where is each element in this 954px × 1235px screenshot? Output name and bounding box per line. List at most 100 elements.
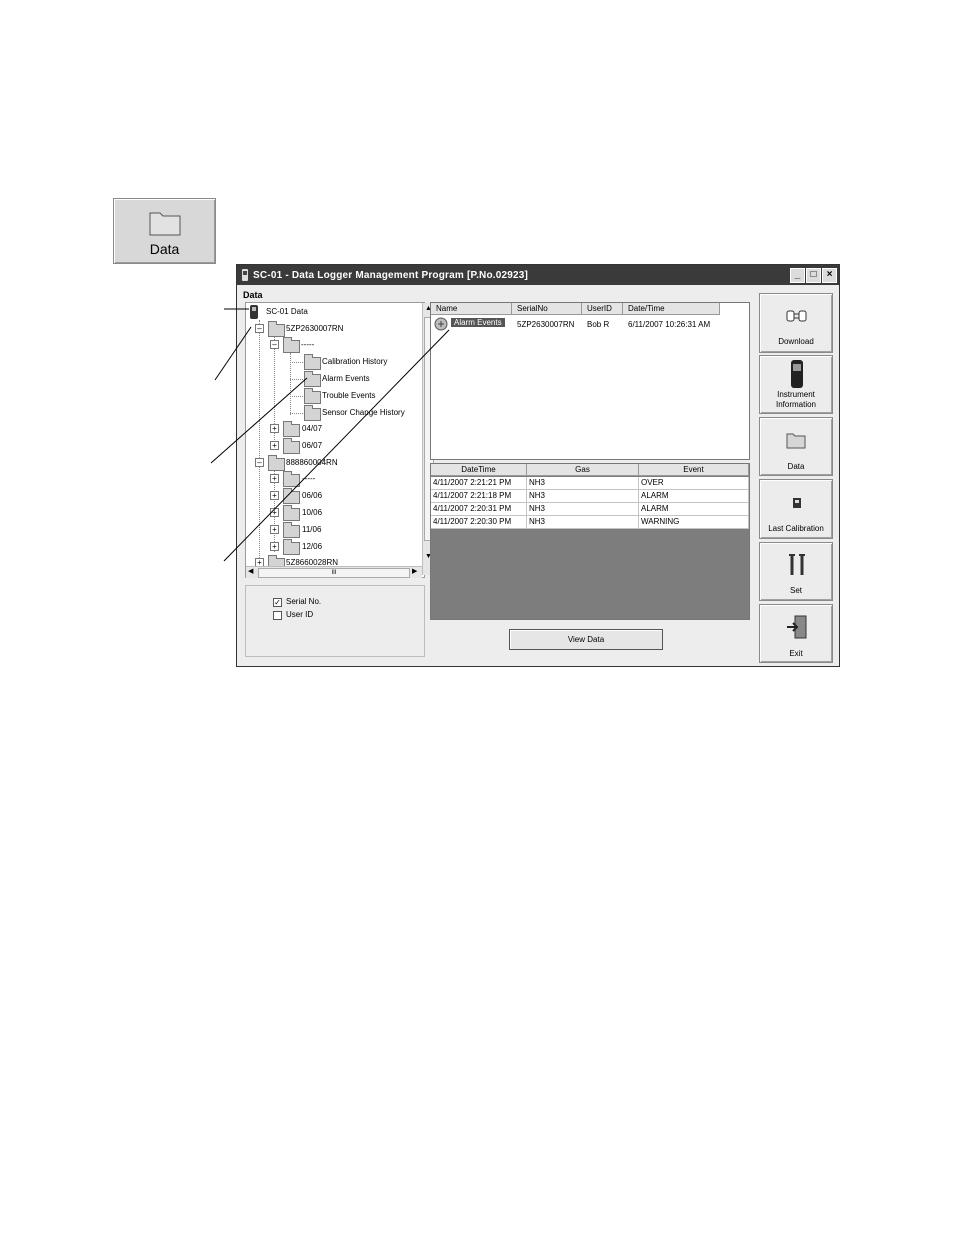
list-item[interactable]: Alarm Events 5ZP2630007RN Bob R 6/11/200… (431, 316, 749, 331)
last-calibration-label: Last Calibration (768, 524, 824, 533)
table-cell: 4/11/2007 2:21:18 PM (431, 490, 527, 502)
list-item-datetime: 6/11/2007 10:26:31 AM (628, 320, 711, 329)
tree-root-label[interactable]: SC-01 Data (266, 307, 308, 316)
user-id-checkbox[interactable] (273, 611, 282, 620)
collapse-toggle[interactable]: – (270, 340, 279, 349)
serial-no-checkbox[interactable]: ✓ (273, 598, 282, 607)
tree-item-alarm-events[interactable]: Alarm Events (322, 374, 370, 383)
list-item-name: Alarm Events (451, 318, 505, 327)
tree-item-1106[interactable]: 11/06 (302, 525, 321, 534)
exit-label: Exit (789, 649, 803, 658)
column-header-datetime[interactable]: Date/Time (623, 303, 720, 315)
tree-horizontal-scrollbar[interactable]: ◀ III ▶ (246, 566, 422, 578)
tree-item-0606[interactable]: 06/06 (302, 491, 322, 500)
tree-item-sensor-change-history[interactable]: Sensor Change History (322, 408, 405, 417)
instrument-icon (250, 305, 258, 319)
tree-item-calibration-history[interactable]: Calibration History (322, 357, 387, 366)
tree-guide (290, 379, 303, 380)
column-header-datetime[interactable]: DateTime (431, 464, 527, 476)
instrument-icon (791, 360, 803, 388)
tree-guide (290, 413, 303, 414)
tree-item-0407[interactable]: 04/07 (302, 424, 322, 433)
tree-item-0607[interactable]: 06/07 (302, 441, 322, 450)
collapse-toggle[interactable]: – (255, 458, 264, 467)
table-cell: NH3 (527, 490, 639, 502)
view-data-button[interactable]: View Data (509, 629, 663, 650)
last-calibration-button[interactable]: Last Calibration (759, 479, 833, 539)
table-cell: OVER (639, 477, 749, 489)
tree-item-subfolder-2[interactable]: ----- (302, 474, 315, 483)
tree-item-instrument-2[interactable]: 888860004RN (286, 458, 338, 467)
column-header-event[interactable]: Event (639, 464, 749, 476)
folder-icon (304, 354, 321, 370)
maximize-button[interactable]: □ (806, 268, 821, 283)
scroll-thumb[interactable]: III (258, 568, 410, 578)
calibration-icon (793, 498, 801, 508)
table-cell: 4/11/2007 2:20:31 PM (431, 503, 527, 515)
tree-item-subfolder[interactable]: ----- (301, 340, 314, 349)
expand-toggle[interactable]: + (270, 525, 279, 534)
data-button-large[interactable]: Data (113, 198, 216, 264)
column-header-userid[interactable]: UserID (582, 303, 623, 315)
download-label: Download (778, 337, 814, 346)
table-row[interactable]: 4/11/2007 2:21:18 PM NH3 ALARM (431, 490, 749, 503)
tree-item-1006[interactable]: 10/06 (302, 508, 322, 517)
table-cell: ALARM (639, 503, 749, 515)
folder-icon (283, 505, 300, 521)
folder-icon (283, 337, 300, 353)
expand-toggle[interactable]: + (270, 508, 279, 517)
data-button[interactable]: Data (759, 417, 833, 476)
scroll-right-icon[interactable]: ▶ (412, 567, 417, 575)
collapse-toggle[interactable]: – (255, 324, 264, 333)
data-tree[interactable]: SC-01 Data – 5ZP2630007RN – ----- Calibr… (245, 302, 434, 578)
download-button[interactable]: Download (759, 293, 833, 353)
expand-toggle[interactable]: + (270, 491, 279, 500)
folder-icon (283, 438, 300, 454)
tree-item-trouble-events[interactable]: Trouble Events (322, 391, 376, 400)
instrument-information-button[interactable]: Instrument Information (759, 355, 833, 414)
display-options-panel: ✓ Serial No. User ID (245, 585, 425, 657)
folder-icon (304, 371, 321, 387)
tree-guide (290, 396, 303, 397)
folder-icon (283, 522, 300, 538)
folder-icon (268, 321, 285, 337)
section-label: Data (243, 290, 263, 300)
minimize-button[interactable]: _ (790, 268, 805, 283)
table-row[interactable]: 4/11/2007 2:20:31 PM NH3 ALARM (431, 503, 749, 516)
event-table[interactable]: DateTime Gas Event 4/11/2007 2:21:21 PM … (430, 463, 750, 620)
tree-item-1206[interactable]: 12/06 (302, 542, 322, 551)
tree-guide (259, 320, 260, 568)
set-button[interactable]: Set (759, 542, 833, 601)
instrument-information-label-2: Information (775, 400, 817, 409)
data-button-large-label: Data (149, 241, 180, 257)
instrument-information-label-1: Instrument (777, 390, 815, 399)
file-list[interactable]: Name SerialNo UserID Date/Time Alarm Eve… (430, 302, 750, 460)
table-row[interactable]: 4/11/2007 2:21:21 PM NH3 OVER (431, 477, 749, 490)
table-row[interactable]: 4/11/2007 2:20:30 PM NH3 WARNING (431, 516, 749, 529)
close-button[interactable]: × (822, 268, 837, 283)
folder-icon (283, 488, 300, 504)
list-item-user: Bob R (587, 320, 610, 329)
tools-icon (789, 554, 805, 575)
download-icon (786, 310, 807, 322)
folder-icon (283, 539, 300, 555)
table-cell: ALARM (639, 490, 749, 502)
column-header-serialno[interactable]: SerialNo (512, 303, 582, 315)
exit-button[interactable]: Exit (759, 604, 833, 663)
data-label: Data (787, 462, 805, 471)
expand-toggle[interactable]: + (270, 474, 279, 483)
folder-icon (786, 433, 806, 449)
folder-icon (283, 421, 300, 437)
column-header-name[interactable]: Name (431, 303, 512, 315)
expand-toggle[interactable]: + (270, 424, 279, 433)
expand-toggle[interactable]: + (270, 441, 279, 450)
column-header-gas[interactable]: Gas (527, 464, 639, 476)
window-title: SC-01 - Data Logger Management Program [… (253, 270, 529, 281)
serial-no-label: Serial No. (286, 597, 322, 606)
table-cell: 4/11/2007 2:20:30 PM (431, 516, 527, 528)
expand-toggle[interactable]: + (270, 542, 279, 551)
folder-icon (304, 405, 321, 421)
list-item-serial: 5ZP2630007RN (517, 320, 575, 329)
tree-item-instrument-1[interactable]: 5ZP2630007RN (286, 324, 343, 333)
scroll-left-icon[interactable]: ◀ (248, 567, 253, 575)
